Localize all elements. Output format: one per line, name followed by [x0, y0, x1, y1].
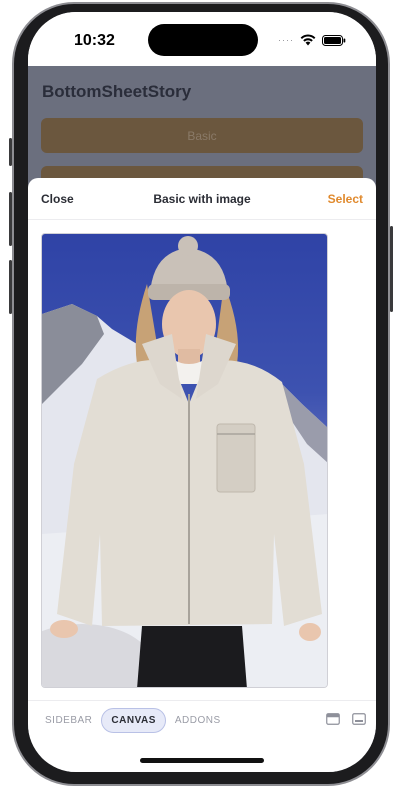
bottom-sheet: Close Basic with image Select SIDEBAR CA… — [28, 178, 376, 772]
product-image — [41, 233, 328, 688]
volume-up-button — [9, 192, 12, 246]
home-indicator[interactable] — [140, 758, 264, 763]
sheet-title: Basic with image — [153, 192, 251, 206]
mute-switch — [9, 138, 12, 166]
volume-down-button — [9, 260, 12, 314]
sheet-header: Close Basic with image Select — [28, 178, 376, 220]
dynamic-island — [148, 24, 258, 56]
select-button[interactable]: Select — [328, 192, 363, 206]
battery-icon — [322, 34, 346, 46]
status-icons: ···· — [278, 34, 346, 46]
storybook-toolbar: SIDEBAR CANVAS ADDONS — [28, 700, 376, 740]
status-time: 10:32 — [74, 32, 115, 49]
app-title: BottomSheetStory — [42, 82, 192, 101]
panel-top-icon[interactable] — [326, 713, 340, 725]
cellular-signal-icon: ···· — [278, 35, 294, 45]
tab-sidebar[interactable]: SIDEBAR — [36, 709, 101, 732]
tab-addons[interactable]: ADDONS — [166, 709, 230, 732]
wifi-icon — [300, 34, 316, 46]
panel-bottom-icon[interactable] — [352, 713, 366, 725]
screen: 10:32 ···· BottomSheetStory Basic Close … — [28, 12, 376, 772]
status-bar: 10:32 ···· — [28, 12, 376, 66]
power-button — [390, 226, 393, 312]
basic-button[interactable]: Basic — [41, 118, 363, 153]
toolbar-icons — [326, 713, 366, 725]
tab-canvas[interactable]: CANVAS — [101, 708, 166, 733]
fleece-jacket-photo — [42, 236, 327, 687]
